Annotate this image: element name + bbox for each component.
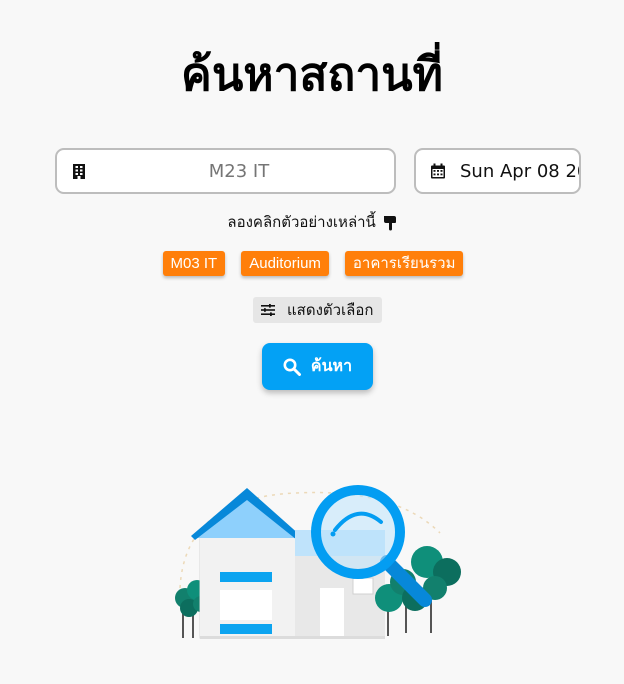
examples-hint-text: ลองคลิกตัวอย่างเหล่านี้	[227, 213, 376, 231]
search-icon	[283, 358, 301, 376]
tune-icon	[261, 304, 275, 316]
search-button-label: ค้นหา	[310, 358, 353, 375]
example-chip-auditorium[interactable]: Auditorium	[241, 251, 329, 276]
page-title: ค้นหาสถานที่	[181, 47, 443, 101]
examples-hint: ลองคลิกตัวอย่างเหล่านี้	[0, 210, 624, 234]
search-button[interactable]: ค้นหา	[262, 343, 373, 390]
show-options-label: แสดงตัวเลือก	[287, 301, 374, 319]
example-chip-m03-it[interactable]: M03 IT	[162, 251, 226, 276]
building-icon	[73, 164, 85, 179]
calendar-icon	[431, 163, 445, 179]
hand-pointing-down-icon	[383, 215, 396, 230]
place-search-field[interactable]	[55, 148, 396, 194]
example-chips: M03 IT Auditorium อาคารเรียนรวม	[0, 251, 624, 276]
show-options-toggle[interactable]: แสดงตัวเลือก	[253, 297, 382, 323]
place-search-input[interactable]	[87, 159, 391, 183]
date-input[interactable]	[458, 159, 579, 183]
building-search-illustration	[175, 485, 461, 639]
example-chip-lecture-building[interactable]: อาคารเรียนรวม	[344, 251, 464, 276]
date-field[interactable]	[414, 148, 581, 194]
